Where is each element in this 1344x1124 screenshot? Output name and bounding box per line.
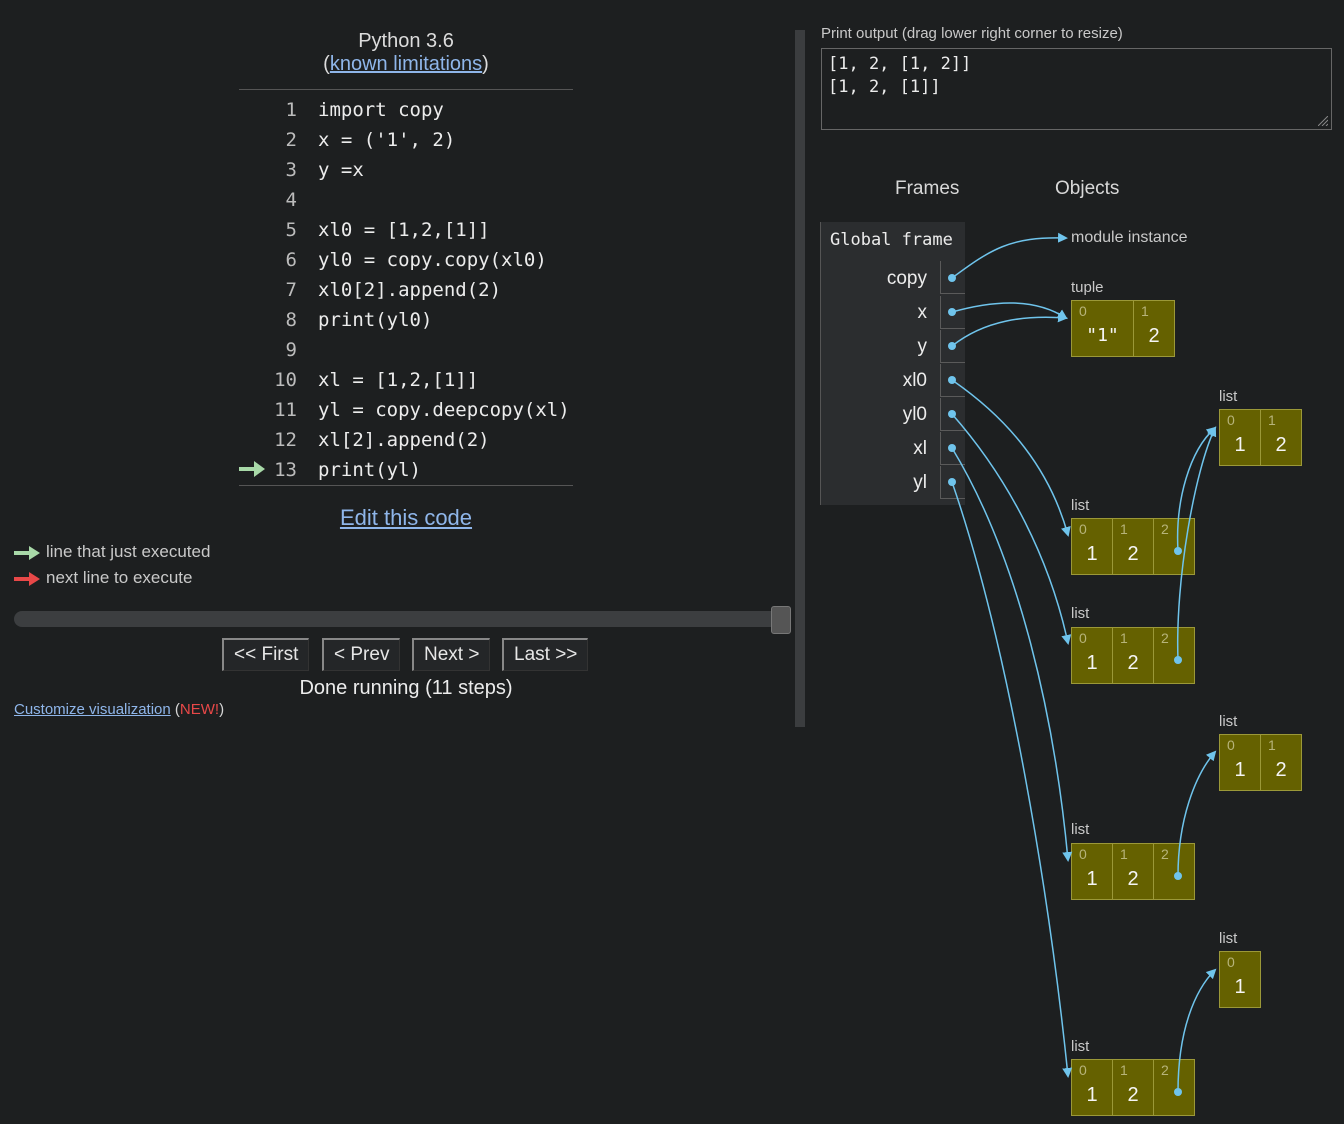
arrow-xl0 bbox=[951, 379, 1071, 537]
pointer-arrows bbox=[948, 232, 1217, 1096]
arrow-x bbox=[951, 302, 1068, 320]
arrow-yl0-inner bbox=[1176, 426, 1217, 661]
arrow-xl-inner bbox=[1177, 750, 1217, 877]
arrow-yl0 bbox=[951, 413, 1072, 645]
arrow-y bbox=[951, 312, 1068, 347]
arrow-xl bbox=[951, 447, 1073, 862]
arrow-yl bbox=[951, 481, 1073, 1078]
arrow-copy bbox=[951, 232, 1068, 279]
arrow-yl-inner bbox=[1177, 968, 1217, 1093]
